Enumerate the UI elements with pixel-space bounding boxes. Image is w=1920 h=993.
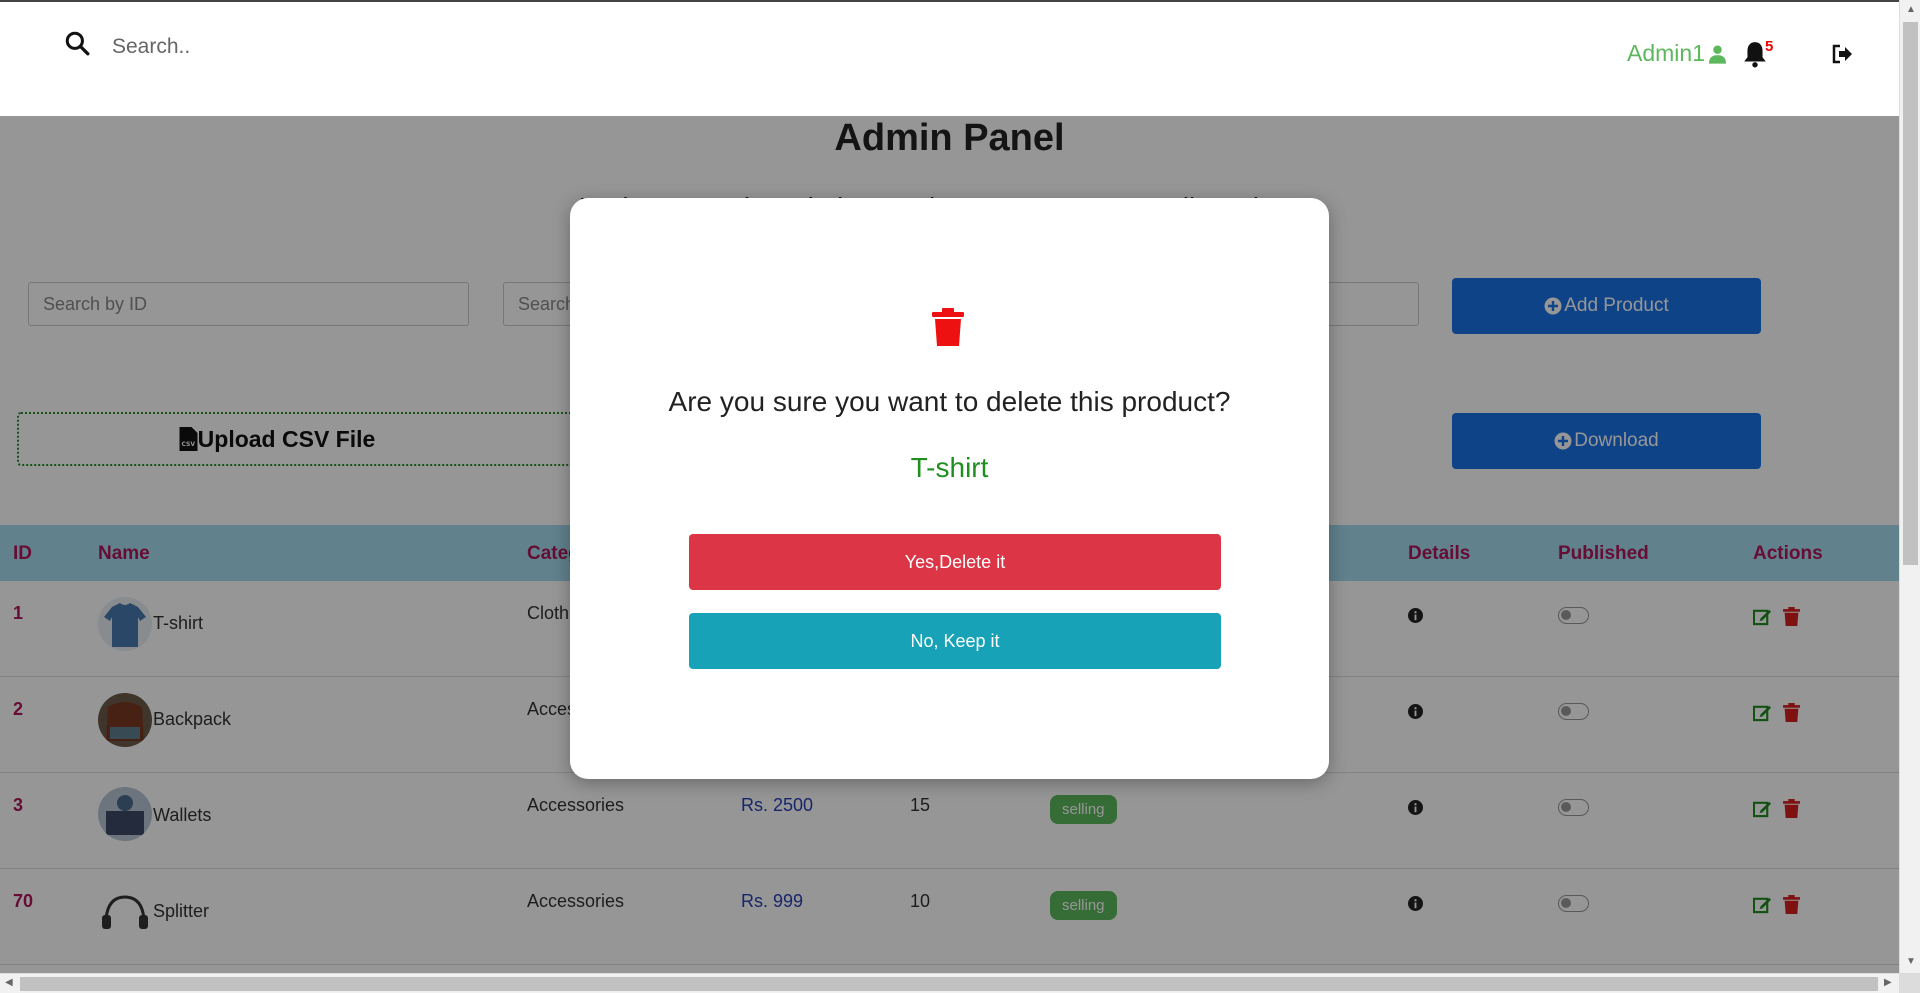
search-icon[interactable] [64, 30, 90, 56]
confirm-delete-button[interactable]: Yes,Delete it [689, 534, 1221, 590]
vertical-scroll-thumb[interactable] [1903, 22, 1918, 565]
top-navbar: Admin1 5 [0, 2, 1899, 116]
scroll-left-arrow-icon[interactable]: ◀ [5, 977, 13, 988]
keep-product-button[interactable]: No, Keep it [689, 613, 1221, 669]
horizontal-scroll-thumb[interactable] [20, 977, 1878, 991]
browser-viewport: Admin1 5 Admin Panel Welcome to the admi… [0, 0, 1899, 973]
user-icon [1708, 45, 1726, 64]
scroll-down-arrow-icon[interactable]: ▼ [1906, 956, 1916, 967]
admin-username: Admin1 [1627, 40, 1705, 66]
vertical-scrollbar[interactable]: ▲ ▼ [1899, 0, 1920, 973]
trash-icon [932, 308, 964, 346]
horizontal-scrollbar[interactable]: ◀ ▶ [0, 973, 1899, 993]
scroll-right-arrow-icon[interactable]: ▶ [1884, 977, 1892, 988]
global-search-input[interactable] [112, 30, 612, 64]
logout-icon[interactable] [1830, 42, 1854, 66]
delete-confirmation-modal: Are you sure you want to delete this pro… [570, 198, 1329, 779]
notification-badge: 5 [1765, 38, 1774, 55]
modal-product-name: T-shirt [910, 452, 989, 483]
admin-profile-link[interactable]: Admin1 [1627, 40, 1726, 67]
scroll-up-arrow-icon[interactable]: ▲ [1906, 4, 1916, 15]
modal-question: Are you sure you want to delete this pro… [668, 386, 1231, 417]
scrollbar-corner [1899, 973, 1920, 993]
